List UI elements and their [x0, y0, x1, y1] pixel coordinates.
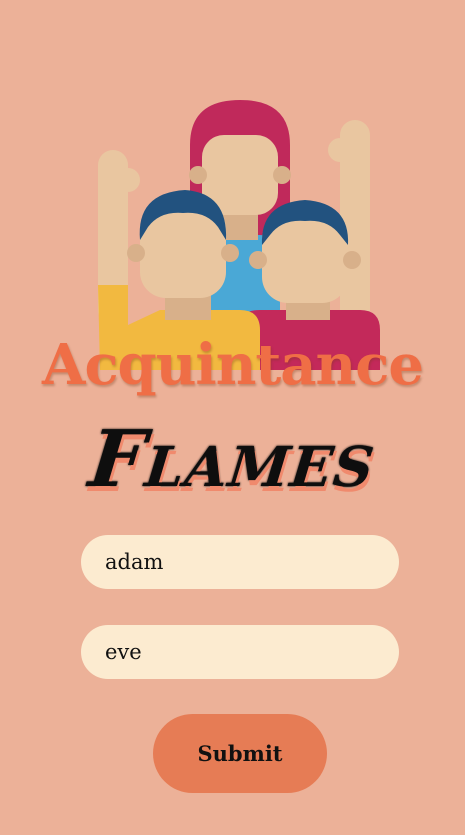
app-title: Flames — [85, 414, 380, 505]
submit-button[interactable]: Submit — [153, 714, 327, 793]
people-group-icon — [90, 95, 390, 370]
app-subtitle: Acquintance — [42, 332, 424, 398]
first-name-input[interactable] — [81, 535, 399, 589]
second-name-input[interactable] — [81, 625, 399, 679]
